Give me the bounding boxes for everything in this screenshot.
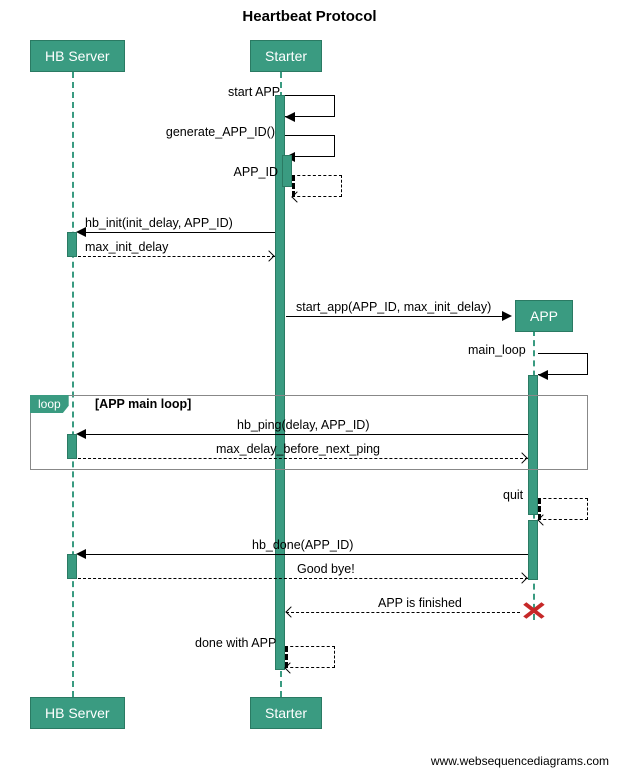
arrowhead-hb-done bbox=[76, 549, 86, 559]
arrow-max-delay-next bbox=[78, 458, 528, 459]
msg-app-finished: APP is finished bbox=[378, 596, 462, 610]
arrowhead-start-app-call bbox=[502, 311, 512, 321]
arrow-main-loop bbox=[538, 370, 548, 380]
msg-good-bye: Good bye! bbox=[297, 562, 355, 576]
arrow-hb-init bbox=[78, 232, 275, 233]
arrowhead-hb-init bbox=[76, 227, 86, 237]
msg-main-loop: main_loop bbox=[468, 343, 526, 357]
msg-hb-ping: hb_ping(delay, APP_ID) bbox=[237, 418, 370, 432]
arrow-app-finished bbox=[286, 612, 520, 613]
msg-start-app-self: start APP bbox=[228, 85, 276, 99]
arrowhead-hb-ping bbox=[76, 429, 86, 439]
msg-hb-init: hb_init(init_delay, APP_ID) bbox=[85, 216, 233, 230]
actor-hb-server-bottom: HB Server bbox=[30, 697, 125, 729]
loop-label: [APP main loop] bbox=[95, 397, 191, 411]
actor-app: APP bbox=[515, 300, 573, 332]
actor-hb-server-top: HB Server bbox=[30, 40, 125, 72]
msg-hb-done: hb_done(APP_ID) bbox=[252, 538, 353, 552]
msg-done-with-app: done with APP bbox=[195, 636, 276, 650]
diagram-title: Heartbeat Protocol bbox=[0, 8, 619, 25]
arrow-max-init-delay bbox=[78, 256, 275, 257]
actor-starter-bottom: Starter bbox=[250, 697, 322, 729]
activation-hb-server-ping bbox=[67, 434, 77, 459]
arrowhead-app-finished bbox=[285, 606, 296, 617]
activation-hb-server-done bbox=[67, 554, 77, 579]
sequence-diagram: Heartbeat Protocol HB Server Starter HB … bbox=[0, 0, 619, 772]
loop-tag: loop bbox=[30, 395, 69, 413]
actor-starter-top: Starter bbox=[250, 40, 322, 72]
activation-starter-genid bbox=[282, 155, 292, 187]
arrowhead-good-bye bbox=[516, 572, 527, 583]
arrow-start-app-call bbox=[286, 316, 510, 317]
msg-app-id: APP_ID bbox=[233, 165, 278, 179]
destroy-app-icon: ✕ bbox=[520, 596, 548, 627]
msg-max-delay-next: max_delay_before_next_ping bbox=[216, 442, 380, 456]
msg-start-app-call: start_app(APP_ID, max_init_delay) bbox=[296, 300, 491, 314]
activation-app-done bbox=[528, 520, 538, 580]
arrow-hb-ping bbox=[78, 434, 528, 435]
arrow-hb-done bbox=[78, 554, 528, 555]
arrow-start-app-self bbox=[285, 112, 295, 122]
footer-credit: www.websequencediagrams.com bbox=[431, 754, 609, 768]
msg-max-init-delay: max_init_delay bbox=[85, 240, 168, 254]
lifeline-hb-server bbox=[72, 72, 74, 697]
msg-generate-id: generate_APP_ID() bbox=[165, 125, 275, 139]
activation-hb-server-init bbox=[67, 232, 77, 257]
msg-quit: quit bbox=[503, 488, 523, 502]
arrowhead-max-init-delay bbox=[263, 250, 274, 261]
arrow-good-bye bbox=[78, 578, 528, 579]
